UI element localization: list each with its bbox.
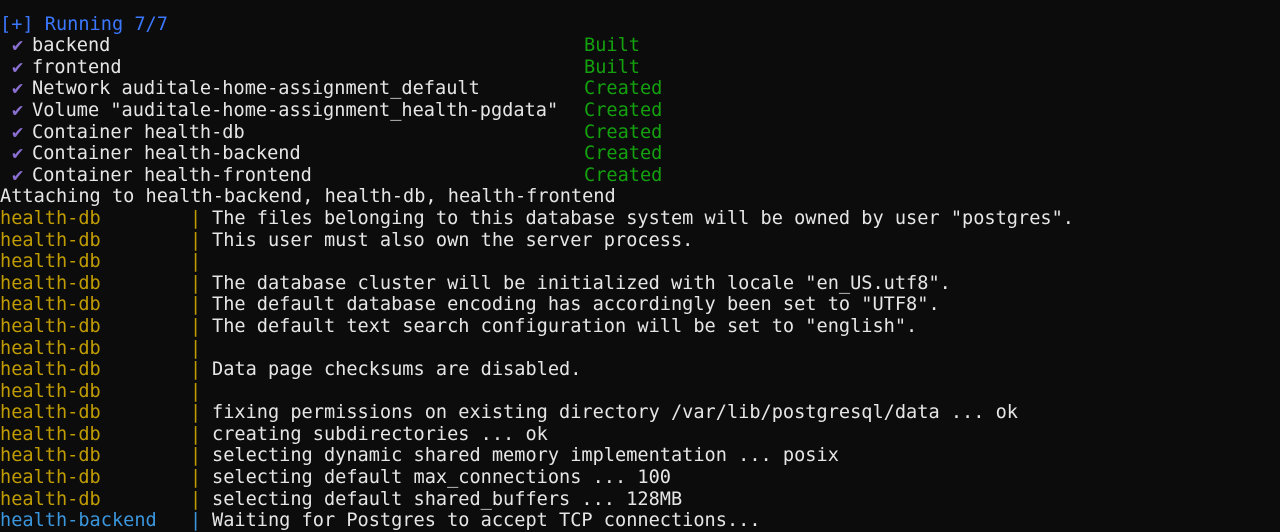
- log-line: health-db |: [0, 251, 1280, 273]
- log-line: health-db |: [0, 381, 1280, 403]
- log-line: health-db | fixing permissions on existing…: [0, 402, 1280, 424]
- terminal-output[interactable]: [+] Running 7/7 ✔ backend Built ✔ frontend Bu…: [0, 0, 1280, 532]
- log-line: health-db | selecting default max_connecti…: [0, 467, 1280, 489]
- log-line: health-db | The default text search config…: [0, 316, 1280, 338]
- log-message: This user must also own the server proce…: [212, 229, 694, 251]
- build-item-status: Built: [584, 35, 640, 57]
- running-header: [+] Running 7/7: [0, 13, 168, 35]
- build-status-row: ✔ backend Built: [0, 35, 1280, 57]
- log-service-prefix: health-db: [0, 251, 101, 273]
- log-message: The database cluster will be initialized…: [212, 272, 951, 294]
- log-separator: |: [190, 402, 202, 424]
- log-message: The default database encoding has accord…: [212, 294, 940, 316]
- log-separator: |: [190, 359, 202, 381]
- log-line: health-db | The files belonging to this da…: [0, 208, 1280, 230]
- log-separator: |: [190, 488, 202, 510]
- log-separator: |: [190, 207, 202, 229]
- build-status-row: ✔ Container health-frontend Created: [0, 165, 1280, 187]
- log-service-prefix: health-db: [0, 402, 101, 424]
- log-line: health-db | selecting dynamic shared memor…: [0, 445, 1280, 467]
- log-service-prefix: health-db: [0, 445, 101, 467]
- log-service-prefix: health-db: [0, 337, 101, 359]
- checkmark-icon: ✔: [12, 78, 24, 100]
- log-line: health-db | selecting default shared_buffe…: [0, 489, 1280, 511]
- build-item-status: Built: [584, 56, 640, 78]
- build-item-status: Created: [584, 143, 663, 165]
- log-service-prefix: health-db: [0, 423, 101, 445]
- log-line: health-db | This user must also own the se…: [0, 230, 1280, 252]
- log-separator: |: [190, 251, 202, 273]
- build-item-status: Created: [584, 78, 663, 100]
- log-service-prefix: health-db: [0, 229, 101, 251]
- log-message: The default text search configuration wi…: [212, 315, 918, 337]
- log-service-prefix: health-db: [0, 488, 101, 510]
- build-item-name: Container health-db: [32, 121, 245, 143]
- log-separator: |: [190, 229, 202, 251]
- log-message: Waiting for Postgres to accept TCP conne…: [212, 510, 761, 532]
- log-service-prefix: health-db: [0, 272, 101, 294]
- log-line: health-db | The database cluster will be i…: [0, 273, 1280, 295]
- log-separator: |: [190, 315, 202, 337]
- log-line: health-db | The default database encoding …: [0, 294, 1280, 316]
- build-status-row: ✔ Volume "auditale-home-assignment_health…: [0, 100, 1280, 122]
- log-service-prefix: health-db: [0, 467, 101, 489]
- log-separator: |: [190, 467, 202, 489]
- log-service-prefix: health-db: [0, 359, 101, 381]
- log-message: selecting default max_connections ... 10…: [212, 467, 671, 489]
- log-service-prefix: health-db: [0, 315, 101, 337]
- checkmark-icon: ✔: [12, 35, 24, 57]
- checkmark-icon: ✔: [12, 164, 24, 186]
- build-status-row: ✔ Network auditale-home-assignment_defaul…: [0, 78, 1280, 100]
- checkmark-icon: ✔: [12, 143, 24, 165]
- log-separator: |: [190, 510, 202, 532]
- log-list: health-db | The files belonging to this da…: [0, 208, 1280, 532]
- log-line: health-backend | Waiting for Postgres to a…: [0, 510, 1280, 532]
- build-item-status: Created: [584, 121, 663, 143]
- log-separator: |: [190, 294, 202, 316]
- checkmark-icon: ✔: [12, 121, 24, 143]
- log-message: fixing permissions on existing directory…: [212, 402, 1018, 424]
- log-message: selecting default shared_buffers ... 128…: [212, 488, 683, 510]
- log-service-prefix: health-db: [0, 380, 101, 402]
- log-message: selecting dynamic shared memory implemen…: [212, 445, 839, 467]
- build-item-name: Network auditale-home-assignment_default: [32, 78, 480, 100]
- log-line: health-db | creating subdirectories ... ok: [0, 424, 1280, 446]
- build-status-row: ✔ Container health-backend Created: [0, 143, 1280, 165]
- log-separator: |: [190, 445, 202, 467]
- build-status-row: ✔ frontend Built: [0, 57, 1280, 79]
- build-status-list: ✔ backend Built ✔ frontend Built ✔ Network audi…: [0, 35, 1280, 186]
- log-separator: |: [190, 337, 202, 359]
- checkmark-icon: ✔: [12, 56, 24, 78]
- log-line: health-db |: [0, 338, 1280, 360]
- log-separator: |: [190, 380, 202, 402]
- log-line: health-db | Data page checksums are disabl…: [0, 359, 1280, 381]
- build-status-row: ✔ Container health-db Created: [0, 122, 1280, 144]
- log-separator: |: [190, 272, 202, 294]
- attaching-line: Attaching to health-backend, health-db, …: [0, 186, 616, 208]
- log-separator: |: [190, 423, 202, 445]
- log-service-prefix: health-db: [0, 294, 101, 316]
- terminal-cut-line: [0, 0, 1280, 14]
- log-service-prefix: health-backend: [0, 510, 157, 532]
- checkmark-icon: ✔: [12, 99, 24, 121]
- build-item-name: Container health-backend: [32, 143, 301, 165]
- log-message: creating subdirectories ... ok: [212, 423, 548, 445]
- build-item-status: Created: [584, 164, 663, 186]
- build-item-name: Volume "auditale-home-assignment_health-…: [32, 99, 559, 121]
- log-message: Data page checksums are disabled.: [212, 359, 582, 381]
- build-item-status: Created: [584, 99, 663, 121]
- build-item-name: Container health-frontend: [32, 164, 312, 186]
- build-item-name: frontend: [32, 56, 122, 78]
- build-item-name: backend: [32, 35, 111, 57]
- log-message: The files belonging to this database sys…: [212, 207, 1074, 229]
- log-service-prefix: health-db: [0, 207, 101, 229]
